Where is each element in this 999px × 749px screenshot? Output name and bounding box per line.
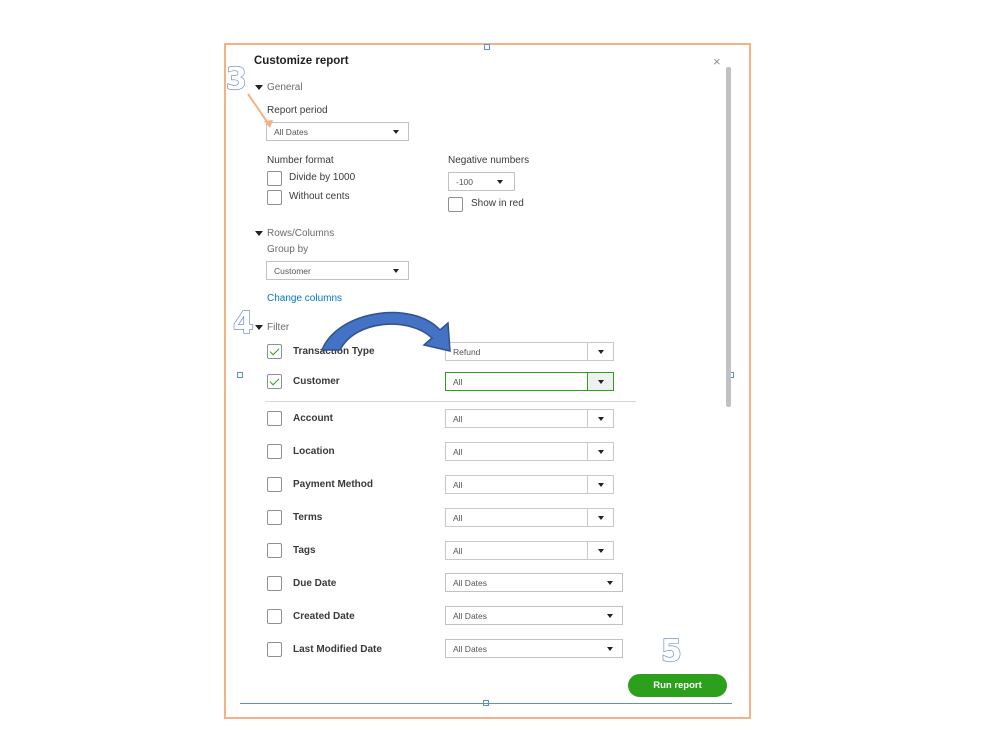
filter-label-customer: Customer <box>293 376 340 387</box>
dropdown-button[interactable] <box>587 475 614 494</box>
filter-checkbox-location[interactable] <box>267 444 282 459</box>
filter-checkbox-last-modified-date[interactable] <box>267 642 282 657</box>
group-by-label: Group by <box>267 244 309 255</box>
show-in-red-label: Show in red <box>471 198 524 209</box>
panel-scrollbar[interactable] <box>726 67 731 407</box>
collapse-triangle-icon <box>255 325 263 330</box>
filter-label-location: Location <box>293 446 335 457</box>
chevron-down-icon <box>597 379 604 384</box>
section-rows-columns-label: Rows/Columns <box>267 228 335 239</box>
filter-value-tags: All <box>445 541 587 560</box>
filter-label-created-date: Created Date <box>293 611 355 622</box>
chevron-down-icon <box>607 613 613 618</box>
close-icon[interactable]: × <box>713 54 721 69</box>
chevron-down-icon <box>497 179 503 184</box>
section-filter-label: Filter <box>267 322 290 333</box>
chevron-down-icon <box>607 580 613 585</box>
filter-label-due-date: Due Date <box>293 578 337 589</box>
show-in-red-checkbox[interactable] <box>448 197 463 212</box>
filter-divider <box>265 401 636 402</box>
without-cents-checkbox[interactable] <box>267 190 282 205</box>
selection-handle-left <box>237 372 243 378</box>
filter-label-last-modified-date: Last Modified Date <box>293 644 382 655</box>
filter-label-tags: Tags <box>293 545 316 556</box>
filter-value-customer: All <box>445 372 587 391</box>
dropdown-button[interactable] <box>587 541 614 560</box>
chevron-down-icon <box>607 646 613 651</box>
negative-numbers-label: Negative numbers <box>448 155 530 166</box>
filter-checkbox-transaction-type[interactable] <box>267 344 282 359</box>
filter-select-location[interactable]: All <box>445 442 614 461</box>
filter-label-terms: Terms <box>293 512 323 523</box>
chevron-down-icon <box>597 449 604 454</box>
filter-value-terms: All <box>445 508 587 527</box>
chevron-down-icon <box>393 129 399 134</box>
group-by-select[interactable]: Customer <box>266 261 409 280</box>
filter-checkbox-tags[interactable] <box>267 543 282 558</box>
filter-select-created-date[interactable]: All Dates <box>445 606 623 625</box>
filter-label-payment-method: Payment Method <box>293 479 374 490</box>
filter-select-due-date[interactable]: All Dates <box>445 573 623 592</box>
curved-arrow-icon <box>320 311 451 352</box>
dropdown-button[interactable] <box>587 372 614 391</box>
chevron-down-icon <box>597 349 604 354</box>
filter-value-payment-method: All <box>445 475 587 494</box>
filter-value-created-date: All Dates <box>453 610 488 621</box>
filter-select-tags[interactable]: All <box>445 541 614 560</box>
filter-select-account[interactable]: All <box>445 409 614 428</box>
change-columns-link[interactable]: Change columns <box>267 293 342 304</box>
chevron-down-icon <box>597 548 604 553</box>
chevron-down-icon <box>597 482 604 487</box>
dropdown-button[interactable] <box>587 409 614 428</box>
filter-checkbox-created-date[interactable] <box>267 609 282 624</box>
divide-by-1000-label: Divide by 1000 <box>289 172 356 183</box>
filter-select-last-modified-date[interactable]: All Dates <box>445 639 623 658</box>
chevron-down-icon <box>597 515 604 520</box>
chevron-down-icon <box>393 268 399 273</box>
step-4-annotation: 4 <box>232 305 254 341</box>
dialog-title: Customize report <box>254 55 349 67</box>
report-period-value: All Dates <box>274 126 309 137</box>
dropdown-button[interactable] <box>587 508 614 527</box>
filter-checkbox-account[interactable] <box>267 411 282 426</box>
filter-value-location: All <box>445 442 587 461</box>
filter-checkbox-terms[interactable] <box>267 510 282 525</box>
dropdown-button[interactable] <box>587 342 614 361</box>
step-3-arrow-icon <box>247 93 273 128</box>
selection-border-bottom <box>240 703 732 704</box>
section-rows-columns[interactable]: Rows/Columns <box>255 228 334 239</box>
chevron-down-icon <box>597 416 604 421</box>
filter-checkbox-due-date[interactable] <box>267 576 282 591</box>
step-5-annotation: 5 <box>660 633 682 669</box>
filter-select-payment-method[interactable]: All <box>445 475 614 494</box>
filter-checkbox-customer[interactable] <box>267 374 282 389</box>
report-period-select[interactable]: All Dates <box>266 122 409 141</box>
negative-numbers-value: -100 <box>456 176 474 187</box>
selection-handle-top <box>484 44 490 50</box>
filter-value-account: All <box>445 409 587 428</box>
section-filter[interactable]: Filter <box>255 322 289 333</box>
filter-checkbox-payment-method[interactable] <box>267 477 282 492</box>
collapse-triangle-icon <box>255 231 263 236</box>
dropdown-button[interactable] <box>587 442 614 461</box>
run-report-button[interactable]: Run report <box>628 674 727 697</box>
filter-value-last-modified-date: All Dates <box>453 643 488 654</box>
filter-select-terms[interactable]: All <box>445 508 614 527</box>
without-cents-label: Without cents <box>289 191 350 202</box>
divide-by-1000-checkbox[interactable] <box>267 171 282 186</box>
filter-label-account: Account <box>293 413 333 424</box>
filter-select-customer[interactable]: All <box>445 372 614 391</box>
filter-value-due-date: All Dates <box>453 577 488 588</box>
group-by-value: Customer <box>274 265 311 276</box>
number-format-label: Number format <box>267 155 334 166</box>
filter-select-transaction-type[interactable]: Refund <box>445 342 614 361</box>
negative-numbers-select[interactable]: -100 <box>448 172 515 191</box>
